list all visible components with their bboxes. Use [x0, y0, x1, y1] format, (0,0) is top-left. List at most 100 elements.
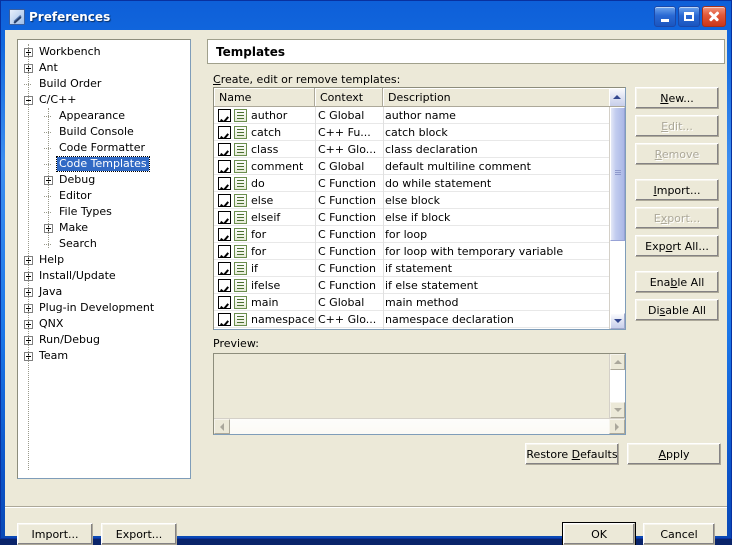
row-checkbox[interactable] [218, 279, 231, 292]
table-row[interactable]: elseC Functionelse block [214, 192, 609, 209]
tree-item-run-debug[interactable]: Run/Debug [18, 332, 190, 348]
tree-item-label: Team [37, 349, 70, 363]
column-header-description[interactable]: Description [383, 88, 609, 107]
table-row[interactable]: forC Functionfor loop [214, 226, 609, 243]
restore-defaults-button[interactable]: Restore Defaults [525, 443, 619, 465]
table-row[interactable]: forC Functionfor loop with temporary var… [214, 243, 609, 260]
tree-item-make[interactable]: Make [18, 220, 190, 236]
tree-item-code-formatter[interactable]: Code Formatter [18, 140, 190, 156]
row-checkbox[interactable] [218, 228, 231, 241]
title-bar[interactable]: Preferences [5, 4, 727, 30]
table-row[interactable]: doC Functiondo while statement [214, 175, 609, 192]
tree-item-search[interactable]: Search [18, 236, 190, 252]
ok-button[interactable]: OK [563, 523, 635, 545]
table-row[interactable]: elseifC Functionelse if block [214, 209, 609, 226]
row-checkbox[interactable] [218, 143, 231, 156]
preferences-icon [9, 9, 25, 25]
row-description-cell: else if block [381, 211, 609, 224]
close-button[interactable] [702, 6, 726, 27]
footer-export-button[interactable]: Export... [101, 523, 177, 545]
tree-item-label: C/C++ [37, 93, 79, 107]
row-description-cell: author name [381, 109, 609, 122]
template-document-icon [234, 296, 247, 309]
tree-item-ant[interactable]: Ant [18, 60, 190, 76]
tree-item-label: Code Templates [57, 157, 149, 171]
preview-text-area[interactable] [214, 354, 609, 418]
tree-item-java[interactable]: Java [18, 284, 190, 300]
preferences-tree[interactable]: WorkbenchAntBuild OrderC/C++AppearanceBu… [17, 39, 191, 479]
disable-all-button[interactable]: Disable All [635, 299, 719, 321]
row-checkbox[interactable] [218, 296, 231, 309]
table-row[interactable]: classC++ Glo...class declaration [214, 141, 609, 158]
preview-vscroll-track[interactable] [610, 370, 625, 402]
import-button[interactable]: Import... [635, 179, 719, 201]
tree-item-code-templates[interactable]: Code Templates [18, 156, 190, 172]
preview-scroll-up-button[interactable] [610, 354, 625, 370]
table-body[interactable]: authorC Globalauthor namecatchC++ Fu...c… [214, 107, 609, 329]
row-checkbox[interactable] [218, 245, 231, 258]
tree-item-appearance[interactable]: Appearance [18, 108, 190, 124]
table-scroll-down-button[interactable] [610, 313, 625, 329]
tree-item-label: Workbench [37, 45, 103, 59]
cancel-button[interactable]: Cancel [643, 523, 715, 545]
row-checkbox[interactable] [218, 160, 231, 173]
preview-scroll-right-button[interactable] [609, 419, 625, 434]
table-row[interactable]: commentC Globaldefault multiline comment [214, 158, 609, 175]
table-vertical-scrollbar[interactable] [609, 107, 625, 329]
row-checkbox[interactable] [218, 211, 231, 224]
row-context-cell: C Function [314, 262, 381, 275]
tree-item-workbench[interactable]: Workbench [18, 44, 190, 60]
templates-table[interactable]: Name Context Description authorC Globala… [213, 87, 626, 330]
table-row[interactable]: ifC Functionif statement [214, 260, 609, 277]
tree-item-c-c[interactable]: C/C++ [18, 92, 190, 108]
button-label: Disable All [648, 304, 706, 317]
tree-item-build-console[interactable]: Build Console [18, 124, 190, 140]
maximize-button[interactable] [678, 6, 700, 27]
footer-import-button[interactable]: Import... [17, 523, 93, 545]
tree-item-qnx[interactable]: QNX [18, 316, 190, 332]
preview-horizontal-scrollbar[interactable] [214, 418, 625, 434]
tree-item-file-types[interactable]: File Types [18, 204, 190, 220]
apply-button[interactable]: Apply [627, 443, 721, 465]
template-document-icon [234, 143, 247, 156]
table-row[interactable]: authorC Globalauthor name [214, 107, 609, 124]
table-row[interactable]: ifelseC Functionif else statement [214, 277, 609, 294]
preview-hscroll-track[interactable] [230, 419, 609, 434]
row-name-cell: do [214, 177, 314, 190]
minimize-button[interactable] [654, 6, 676, 27]
table-row[interactable]: namespaceC++ Glo...namespace declaration [214, 311, 609, 328]
table-row[interactable]: mainC Globalmain method [214, 294, 609, 311]
row-checkbox[interactable] [218, 126, 231, 139]
export-all-button[interactable]: Export All... [635, 235, 719, 257]
tree-item-install-update[interactable]: Install/Update [18, 268, 190, 284]
preview-scroll-left-button[interactable] [214, 419, 230, 434]
tree-item-debug[interactable]: Debug [18, 172, 190, 188]
preview-scroll-down-button[interactable] [610, 402, 625, 418]
row-checkbox[interactable] [218, 177, 231, 190]
preview-box[interactable] [213, 353, 626, 435]
new-button[interactable]: New... [635, 87, 719, 109]
tree-item-help[interactable]: Help [18, 252, 190, 268]
tree-item-editor[interactable]: Editor [18, 188, 190, 204]
tree-item-build-order[interactable]: Build Order [18, 76, 190, 92]
tree-item-plug-in-development[interactable]: Plug-in Development [18, 300, 190, 316]
table-row[interactable]: catchC++ Fu...catch block [214, 124, 609, 141]
row-context-cell: C++ Glo... [314, 313, 381, 326]
enable-all-button[interactable]: Enable All [635, 271, 719, 293]
tree-item-team[interactable]: Team [18, 348, 190, 364]
row-checkbox[interactable] [218, 262, 231, 275]
table-scroll-thumb[interactable] [610, 107, 625, 241]
column-header-context[interactable]: Context [315, 88, 383, 107]
table-scroll-track[interactable] [610, 107, 625, 313]
row-checkbox[interactable] [218, 109, 231, 122]
tree-item-label: Debug [57, 173, 97, 187]
row-checkbox[interactable] [218, 194, 231, 207]
dialog-client-area: WorkbenchAntBuild OrderC/C++AppearanceBu… [5, 30, 727, 536]
button-label: Remove [655, 148, 700, 161]
row-context-cell: C Function [314, 194, 381, 207]
row-checkbox[interactable] [218, 313, 231, 326]
row-name-text: catch [251, 126, 281, 139]
column-header-name[interactable]: Name [214, 88, 315, 107]
preview-vertical-scrollbar[interactable] [609, 354, 625, 418]
button-label: New... [660, 92, 693, 105]
